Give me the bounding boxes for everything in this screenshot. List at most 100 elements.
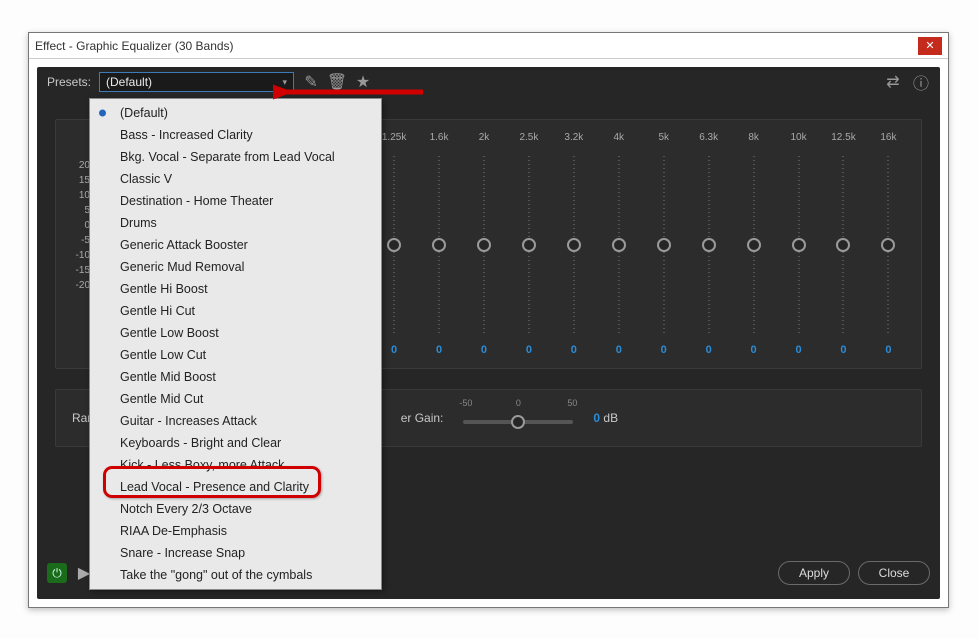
band-knob[interactable] — [881, 238, 895, 252]
band-slider[interactable] — [842, 156, 844, 334]
band-knob[interactable] — [612, 238, 626, 252]
band-value: 0 — [391, 344, 397, 358]
band-knob[interactable] — [432, 238, 446, 252]
gain-unit: dB — [603, 411, 618, 425]
preset-option[interactable]: Snare - Increase Snap — [90, 542, 381, 564]
band-freq: 8k — [748, 132, 759, 146]
preset-option[interactable]: Destination - Home Theater — [90, 190, 381, 212]
db-scale: 20151050-5-10-15-20 — [68, 158, 90, 293]
preset-option[interactable]: Bkg. Vocal - Separate from Lead Vocal — [90, 146, 381, 168]
band-freq: 4k — [614, 132, 625, 146]
presets-dropdown[interactable]: (Default) ▾ — [99, 72, 294, 92]
preset-option[interactable]: Gentle Mid Boost — [90, 366, 381, 388]
band-slider[interactable] — [708, 156, 710, 334]
band-slider[interactable] — [798, 156, 800, 334]
preset-option[interactable]: Kick - Less Boxy, more Attack — [90, 454, 381, 476]
preset-option[interactable]: Gentle Hi Boost — [90, 278, 381, 300]
band-knob[interactable] — [477, 238, 491, 252]
presets-label: Presets: — [47, 75, 91, 89]
band-freq: 3.2k — [564, 132, 583, 146]
info-icon[interactable]: ⓘ — [912, 73, 930, 91]
window-title: Effect - Graphic Equalizer (30 Bands) — [35, 39, 234, 53]
preset-option[interactable]: Drums — [90, 212, 381, 234]
band-value: 0 — [661, 344, 667, 358]
band-freq: 16k — [880, 132, 896, 146]
band-knob[interactable] — [836, 238, 850, 252]
gain-value: 0 — [593, 411, 600, 425]
titlebar: Effect - Graphic Equalizer (30 Bands) ✕ — [29, 33, 948, 59]
preset-option[interactable]: Bass - Increased Clarity — [90, 124, 381, 146]
band-freq: 1.25k — [382, 132, 406, 146]
band-knob[interactable] — [702, 238, 716, 252]
eq-band: 2k 0 — [462, 132, 507, 358]
preset-option[interactable]: Gentle Mid Cut — [90, 388, 381, 410]
band-slider[interactable] — [887, 156, 889, 334]
band-value: 0 — [436, 344, 442, 358]
preset-option[interactable]: Gentle Low Cut — [90, 344, 381, 366]
band-slider[interactable] — [528, 156, 530, 334]
eq-band: 16k 0 — [866, 132, 911, 358]
preset-option[interactable]: Generic Attack Booster — [90, 234, 381, 256]
master-gain-thumb[interactable] — [511, 415, 525, 429]
band-slider[interactable] — [663, 156, 665, 334]
favorite-icon[interactable]: ★ — [354, 73, 372, 91]
master-gain-label: er Gain: — [401, 411, 444, 425]
band-knob[interactable] — [387, 238, 401, 252]
master-gain-slider[interactable] — [463, 420, 573, 424]
band-slider[interactable] — [483, 156, 485, 334]
band-value: 0 — [885, 344, 891, 358]
preset-option[interactable]: (Default) — [90, 102, 381, 124]
band-value: 0 — [526, 344, 532, 358]
save-preset-icon[interactable]: ✎ — [302, 73, 320, 91]
eq-band: 2.5k0 — [506, 132, 551, 358]
band-knob[interactable] — [747, 238, 761, 252]
close-window-button[interactable]: ✕ — [918, 37, 942, 55]
eq-band: 4k 0 — [596, 132, 641, 358]
band-freq: 6.3k — [699, 132, 718, 146]
band-freq: 10k — [790, 132, 806, 146]
gain-max: 50 — [567, 398, 577, 408]
band-slider[interactable] — [573, 156, 575, 334]
preset-option[interactable]: Take the "gong" out of the cymbals — [90, 564, 381, 586]
gain-min: -50 — [459, 398, 472, 408]
band-value: 0 — [706, 344, 712, 358]
band-knob[interactable] — [657, 238, 671, 252]
band-value: 0 — [616, 344, 622, 358]
band-slider[interactable] — [438, 156, 440, 334]
apply-button[interactable]: Apply — [778, 561, 850, 585]
gain-mid: 0 — [516, 398, 521, 408]
band-value: 0 — [840, 344, 846, 358]
band-knob[interactable] — [567, 238, 581, 252]
channel-map-icon[interactable]: ⇄ — [884, 73, 902, 91]
preset-option[interactable]: Keyboards - Bright and Clear — [90, 432, 381, 454]
band-value: 0 — [481, 344, 487, 358]
chevron-down-icon: ▾ — [282, 77, 287, 88]
eq-band: 10k 0 — [776, 132, 821, 358]
preset-option[interactable]: Guitar - Increases Attack — [90, 410, 381, 432]
band-slider[interactable] — [393, 156, 395, 334]
toolbar: Presets: (Default) ▾ ✎ 🗑 ★ ⇄ ⓘ — [37, 67, 940, 97]
band-knob[interactable] — [522, 238, 536, 252]
band-slider[interactable] — [618, 156, 620, 334]
eq-band: 8k0 — [731, 132, 776, 358]
band-knob[interactable] — [792, 238, 806, 252]
eq-band: 12.5k 0 — [821, 132, 866, 358]
presets-current: (Default) — [106, 75, 152, 89]
preset-option[interactable]: Lead Vocal - Presence and Clarity — [90, 476, 381, 498]
preset-option[interactable]: Notch Every 2/3 Octave — [90, 498, 381, 520]
preset-option[interactable]: Classic V — [90, 168, 381, 190]
preset-option[interactable]: RIAA De-Emphasis — [90, 520, 381, 542]
power-toggle[interactable]: ⏻ — [47, 563, 67, 583]
band-value: 0 — [571, 344, 577, 358]
close-button[interactable]: Close — [858, 561, 930, 585]
delete-preset-icon[interactable]: 🗑 — [328, 73, 346, 91]
preset-option[interactable]: Gentle Hi Cut — [90, 300, 381, 322]
preset-option[interactable]: Generic Mud Removal — [90, 256, 381, 278]
eq-band: 3.2k 0 — [551, 132, 596, 358]
band-freq: 12.5k — [831, 132, 855, 146]
band-value: 0 — [795, 344, 801, 358]
preset-option[interactable]: Gentle Low Boost — [90, 322, 381, 344]
band-freq: 2k — [479, 132, 490, 146]
band-slider[interactable] — [753, 156, 755, 334]
presets-dropdown-list[interactable]: (Default)Bass - Increased ClarityBkg. Vo… — [89, 98, 382, 590]
